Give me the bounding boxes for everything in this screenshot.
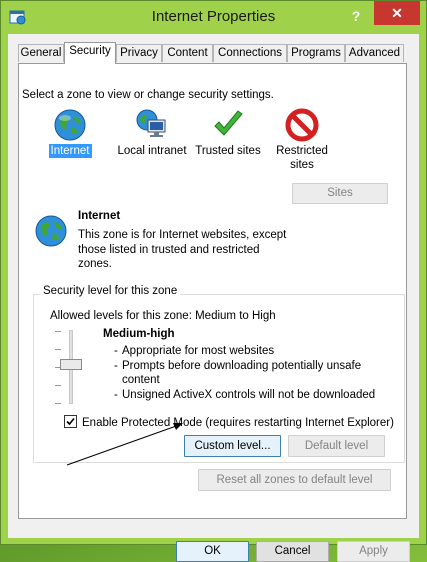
internet-properties-window: Internet Properties ? ✕ General Security… bbox=[0, 0, 427, 562]
annotation-arrow bbox=[66, 423, 183, 466]
tab-security[interactable]: Security bbox=[64, 42, 116, 64]
